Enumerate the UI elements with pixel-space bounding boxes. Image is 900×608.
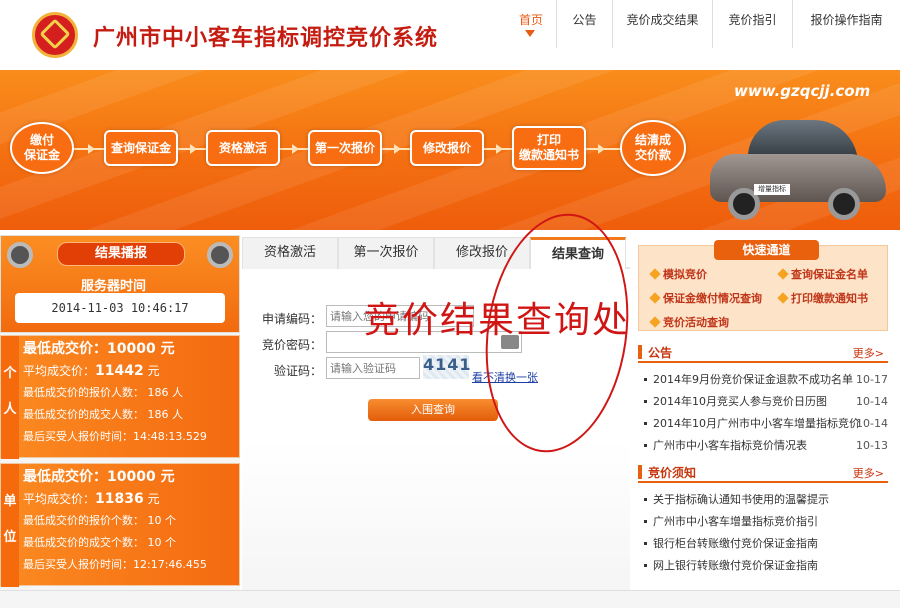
tab-first-bid[interactable]: 第一次报价: [338, 237, 434, 269]
unit-side-label: 单位: [1, 464, 19, 587]
arrow-icon: [190, 144, 197, 154]
guide-item[interactable]: 广州市中小客车增量指标竞价指引: [640, 511, 888, 533]
password-label: 竞价密码：: [261, 338, 322, 352]
unit-lowest-price: 最低成交价：10000 元: [23, 469, 175, 485]
link-bid-activity[interactable]: 竞价活动查询: [651, 314, 729, 330]
personal-average-price: 平均成交价：11442 元: [23, 363, 160, 379]
link-deposit-list[interactable]: 查询保证金名单: [779, 266, 868, 282]
banner-url: www.gzqcjj.com: [734, 82, 871, 100]
step-pay-deposit: 缴付 保证金: [10, 122, 74, 174]
guide-item[interactable]: 网上银行转账缴付竞价保证金指南: [640, 555, 888, 577]
personal-results-card: 个人 最低成交价：10000 元 平均成交价：11442 元 最低成交价的报价人…: [0, 335, 240, 459]
unit-results-card: 单位 最低成交价：10000 元 平均成交价：11836 元 最低成交价的报价个…: [0, 463, 240, 587]
nav-active-indicator-icon: [525, 30, 535, 37]
site-logo-icon: [32, 12, 78, 58]
banner: www.gzqcjj.com 缴付 保证金 查询保证金 资格激活 第一次报价 修…: [0, 70, 900, 230]
step-query-deposit: 查询保证金: [104, 130, 178, 166]
result-broadcast-title: 结果播报: [57, 242, 185, 266]
step-activate: 资格激活: [206, 130, 280, 166]
notice-header: 公告 更多>: [638, 343, 888, 363]
nav-operation-guide[interactable]: 报价操作指南: [792, 0, 900, 48]
guide-item[interactable]: 银行柜台转账缴付竞价保证金指南: [640, 533, 888, 555]
nav-guide[interactable]: 竞价指引: [712, 0, 792, 48]
arrow-icon: [88, 144, 95, 154]
guide-header: 竞价须知 更多>: [638, 463, 888, 483]
step-first-bid: 第一次报价: [308, 130, 382, 166]
footer-bar: [0, 590, 900, 608]
nav-announcements[interactable]: 公告: [556, 0, 612, 48]
app-code-label: 申请编码：: [261, 312, 322, 326]
site-title: 广州市中小客车指标调控竞价系统: [93, 26, 439, 51]
step-modify-bid: 修改报价: [410, 130, 484, 166]
quick-access-title: 快速通道: [714, 240, 819, 260]
query-panel: 资格激活 第一次报价 修改报价 结果查询 申请编码： 竞价密码： 验证码： 41…: [242, 204, 644, 608]
unit-low-deal-count: 最低成交价的成交个数： 10 个: [23, 536, 176, 549]
wheel-icon: [207, 242, 233, 268]
server-time-label: 服务器时间: [81, 279, 147, 294]
wheel-icon: [7, 242, 33, 268]
captcha-image[interactable]: 4141: [423, 355, 471, 379]
arrow-icon: [292, 144, 299, 154]
tab-activate[interactable]: 资格激活: [242, 237, 338, 269]
arrow-icon: [394, 144, 401, 154]
captcha-label: 验证码：: [273, 364, 322, 378]
notice-item[interactable]: 广州市中小客车指标竞价情况表 10-13: [640, 435, 888, 457]
personal-low-deal-count: 最低成交价的成交人数： 186 人: [23, 408, 183, 421]
notice-item[interactable]: 2014年10月竞买人参与竞价日历图 10-14: [640, 391, 888, 413]
main-nav: 首页 公告 竞价成交结果 竞价指引 报价操作指南: [506, 0, 900, 48]
step-settle-payment: 结清成 交价款: [620, 120, 686, 176]
link-deposit-status[interactable]: 保证金缴付情况查询: [651, 290, 762, 306]
server-time-value: 2014-11-03 10:46:17: [15, 293, 225, 323]
notice-more-link[interactable]: 更多>: [853, 345, 884, 361]
unit-low-bid-count: 最低成交价的报价个数： 10 个: [23, 514, 176, 527]
personal-lowest-price: 最低成交价：10000 元: [23, 341, 175, 357]
notice-item[interactable]: 2014年10月广州市中小客车增量指标竞价 10-14: [640, 413, 888, 435]
right-sidebar: 快速通道 模拟竞价 查询保证金名单 保证金缴付情况查询 打印缴款通知书 竞价活动…: [634, 235, 900, 608]
captcha-input[interactable]: [326, 357, 420, 379]
personal-side-label: 个人: [1, 336, 19, 459]
nav-results[interactable]: 竞价成交结果: [612, 0, 712, 48]
quick-access-box: 快速通道 模拟竞价 查询保证金名单 保证金缴付情况查询 打印缴款通知书 竞价活动…: [638, 240, 888, 331]
unit-average-price: 平均成交价：11836 元: [23, 491, 160, 507]
guide-title: 竞价须知: [648, 466, 697, 480]
unit-last-bid-time: 最后买受人报价时间：12:17:46.455: [23, 558, 207, 571]
personal-low-bid-count: 最低成交价的报价人数： 186 人: [23, 386, 183, 399]
notice-item[interactable]: 2014年9月份竞价保证金退款不成功名单 10-17: [640, 369, 888, 391]
link-print-notice[interactable]: 打印缴款通知书: [779, 290, 868, 306]
guide-item[interactable]: 关于指标确认通知书使用的温馨提示: [640, 489, 888, 511]
car-plate-label: 增量指标: [754, 184, 790, 195]
personal-last-bid-time: 最后买受人报价时间：14:48:13.529: [23, 430, 207, 443]
nav-home[interactable]: 首页: [506, 0, 556, 48]
guide-more-link[interactable]: 更多>: [853, 465, 884, 481]
link-simulated-bid[interactable]: 模拟竞价: [651, 266, 707, 282]
notice-title: 公告: [648, 346, 673, 360]
car-image: 增量指标: [710, 110, 886, 220]
step-print-notice: 打印 缴款通知书: [512, 126, 586, 170]
qualification-query-button[interactable]: 入围查询: [368, 399, 498, 421]
arrow-icon: [496, 144, 503, 154]
top-header: 广州市中小客车指标调控竞价系统 首页 公告 竞价成交结果 竞价指引 报价操作指南: [0, 0, 900, 70]
result-broadcast-panel: 结果播报 服务器时间 2014-11-03 10:46:17 个人 最低成交价：…: [0, 235, 240, 608]
arrow-icon: [598, 144, 605, 154]
